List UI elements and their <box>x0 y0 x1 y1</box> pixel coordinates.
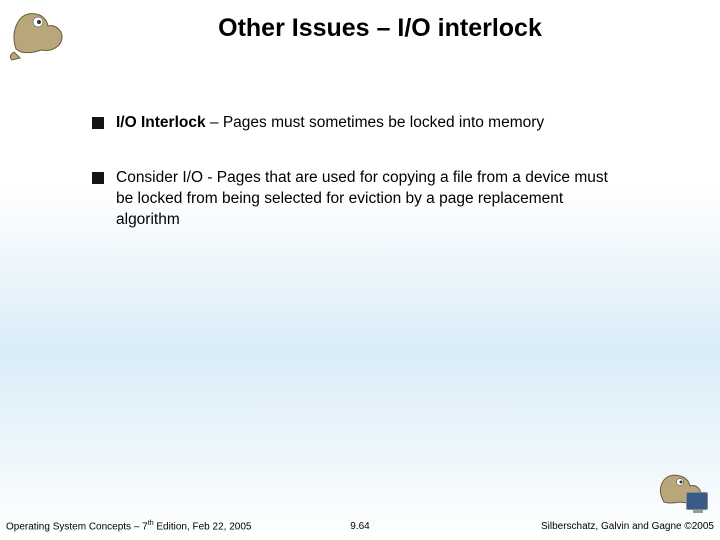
slide-content: I/O Interlock – Pages must sometimes be … <box>0 43 720 231</box>
computer-monitor-icon <box>686 492 708 510</box>
bullet-text: I/O Interlock – Pages must sometimes be … <box>116 113 620 134</box>
footer-page-number: 9.64 <box>350 521 369 532</box>
footer-left-text: Operating System Concepts – 7th Edition,… <box>6 520 251 532</box>
bullet-marker-icon <box>92 172 104 184</box>
bullet-marker-icon <box>92 117 104 129</box>
dinosaur-illustration-top <box>6 4 76 64</box>
bullet-text: Consider I/O - Pages that are used for c… <box>116 168 620 231</box>
slide-title: Other Issues – I/O interlock <box>0 0 720 43</box>
bullet-item: I/O Interlock – Pages must sometimes be … <box>92 113 620 134</box>
footer-copyright: Silberschatz, Galvin and Gagne ©2005 <box>541 521 714 532</box>
bullet-item: Consider I/O - Pages that are used for c… <box>92 168 620 231</box>
